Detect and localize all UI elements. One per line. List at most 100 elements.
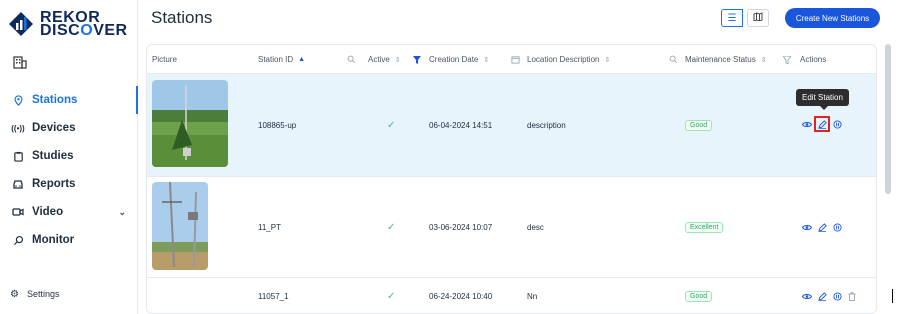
sidebar-item-devices[interactable]: ((•)) Devices xyxy=(0,114,138,142)
col-maintenance-status[interactable]: Maintenance Status ⇕ xyxy=(685,45,767,74)
station-photo[interactable] xyxy=(152,182,208,270)
col-actions-label: Actions xyxy=(800,55,827,64)
maintenance-status: Good xyxy=(685,278,713,313)
edit-pencil-icon[interactable] xyxy=(817,291,827,301)
text-cursor xyxy=(892,289,893,303)
vertical-scrollbar[interactable] xyxy=(885,44,891,194)
signal-icon: ((•)) xyxy=(11,123,25,133)
map-icon xyxy=(753,12,763,24)
sidebar-nav: Stations ((•)) Devices Studies Reports V… xyxy=(0,86,138,254)
station-id: 108865-up xyxy=(258,121,297,130)
table-header: Picture Station ID ▲ Active ⇕ Creation D… xyxy=(147,45,876,74)
sidebar-item-stations[interactable]: Stations xyxy=(0,86,138,114)
pause-circle-icon[interactable] xyxy=(832,291,842,301)
sort-icon[interactable]: ⇕ xyxy=(483,56,489,64)
sort-icon[interactable]: ⇕ xyxy=(761,56,767,64)
col-station-id-label: Station ID xyxy=(258,55,294,64)
table-row[interactable]: 11_PT ✓ 03-06-2024 10:07 desc Excellent xyxy=(147,177,876,278)
clipboard-icon xyxy=(12,150,24,162)
col-creation-date-label: Creation Date xyxy=(429,55,479,64)
status-badge: Good xyxy=(685,120,713,131)
sidebar-item-video[interactable]: Video ⌄ xyxy=(0,198,138,226)
logo-line2-b: VER xyxy=(93,22,128,39)
station-id: 11_PT xyxy=(258,223,281,232)
sidebar-item-monitor[interactable]: Monitor xyxy=(0,226,138,254)
col-picture: Picture xyxy=(152,45,177,74)
station-id-search-icon[interactable] xyxy=(347,45,356,74)
col-location-label: Location Description xyxy=(527,55,600,64)
edit-pencil-icon[interactable] xyxy=(817,222,827,232)
chevron-down-icon[interactable]: ⌄ xyxy=(118,207,126,218)
gear-icon: ⚙ xyxy=(10,288,19,300)
col-active[interactable]: Active ⇕ xyxy=(368,45,401,74)
trash-icon[interactable] xyxy=(847,291,857,301)
station-photo[interactable] xyxy=(152,80,228,167)
sidebar-item-settings[interactable]: ⚙ Settings xyxy=(0,284,138,304)
app: REKOR DISCOVER Stations ((•)) Devices St… xyxy=(0,0,898,314)
video-icon xyxy=(12,206,24,218)
sidebar-item-label: Video xyxy=(32,206,64,218)
location-pin-icon xyxy=(12,94,24,106)
creation-date: 03-06-2024 10:07 xyxy=(429,223,493,232)
sort-icon[interactable]: ⇕ xyxy=(395,56,401,64)
maintenance-status: Good xyxy=(685,74,713,177)
building-icon[interactable] xyxy=(12,54,28,70)
col-maintenance-label: Maintenance Status xyxy=(685,55,756,64)
edit-station-pencil-icon[interactable] xyxy=(814,116,830,132)
calendar-icon[interactable] xyxy=(511,45,520,74)
page-title: Stations xyxy=(151,8,213,27)
table-row[interactable]: 108865-up ✓ 06-04-2024 14:51 description… xyxy=(147,74,876,177)
view-eye-icon[interactable] xyxy=(802,119,812,129)
logo-mark-icon xyxy=(9,12,33,36)
sidebar-item-label: Devices xyxy=(32,122,76,134)
active-check-icon: ✓ xyxy=(387,291,396,302)
pause-circle-icon[interactable] xyxy=(832,222,842,232)
location-description: desc xyxy=(527,223,544,232)
col-active-label: Active xyxy=(368,55,390,64)
create-new-stations-button[interactable]: Create New Stations xyxy=(785,8,880,28)
col-picture-label: Picture xyxy=(152,55,177,64)
creation-date: 06-24-2024 10:40 xyxy=(429,292,493,301)
station-id: 11057_1 xyxy=(258,292,289,301)
maintenance-status: Excellent xyxy=(685,177,724,278)
sidebar-item-label: Stations xyxy=(32,94,78,106)
row-actions xyxy=(802,291,857,301)
active-check-icon: ✓ xyxy=(387,120,396,131)
location-description: Nn xyxy=(527,292,538,301)
edit-station-tooltip: Edit Station xyxy=(796,89,849,110)
logo-line2-o: O xyxy=(80,22,94,39)
logo-line2-a: DISC xyxy=(40,22,81,39)
sidebar-item-studies[interactable]: Studies xyxy=(0,142,138,170)
sidebar-item-reports[interactable]: Reports xyxy=(0,170,138,198)
pause-circle-icon[interactable] xyxy=(832,119,842,129)
map-view-button[interactable] xyxy=(747,9,769,27)
rekor-discover-logo[interactable]: REKOR DISCOVER xyxy=(8,8,133,40)
search-icon xyxy=(12,234,24,246)
col-creation-date[interactable]: Creation Date ⇕ xyxy=(429,45,489,74)
list-view-button[interactable]: ☰ xyxy=(721,9,743,27)
row-actions xyxy=(802,222,842,232)
car-icon xyxy=(12,178,24,190)
location-search-icon[interactable] xyxy=(669,45,678,74)
list-icon: ☰ xyxy=(727,12,737,24)
status-badge: Good xyxy=(685,291,713,302)
sidebar-item-label: Monitor xyxy=(32,234,75,246)
col-station-id[interactable]: Station ID ▲ xyxy=(258,45,305,74)
logo-line2: DISCOVER xyxy=(40,22,128,39)
active-check-icon: ✓ xyxy=(387,222,396,233)
view-eye-icon[interactable] xyxy=(802,291,812,301)
sort-icon[interactable]: ⇕ xyxy=(604,56,610,64)
sidebar-item-label: Studies xyxy=(32,150,74,162)
settings-label: Settings xyxy=(26,289,60,299)
logo-wordmark: REKOR DISCOVER xyxy=(40,10,128,39)
status-badge: Excellent xyxy=(685,222,724,233)
table-row[interactable]: 11057_1 ✓ 06-24-2024 10:40 Nn Good xyxy=(147,278,876,313)
stations-table: Picture Station ID ▲ Active ⇕ Creation D… xyxy=(146,44,877,314)
view-eye-icon[interactable] xyxy=(802,222,812,232)
maintenance-filter-icon[interactable] xyxy=(783,45,791,74)
active-filter-icon[interactable] xyxy=(413,45,421,74)
sidebar: REKOR DISCOVER Stations ((•)) Devices St… xyxy=(0,0,138,314)
col-location-description[interactable]: Location Description ⇕ xyxy=(527,45,610,74)
sort-asc-icon[interactable]: ▲ xyxy=(298,56,305,63)
creation-date: 06-04-2024 14:51 xyxy=(429,121,493,130)
